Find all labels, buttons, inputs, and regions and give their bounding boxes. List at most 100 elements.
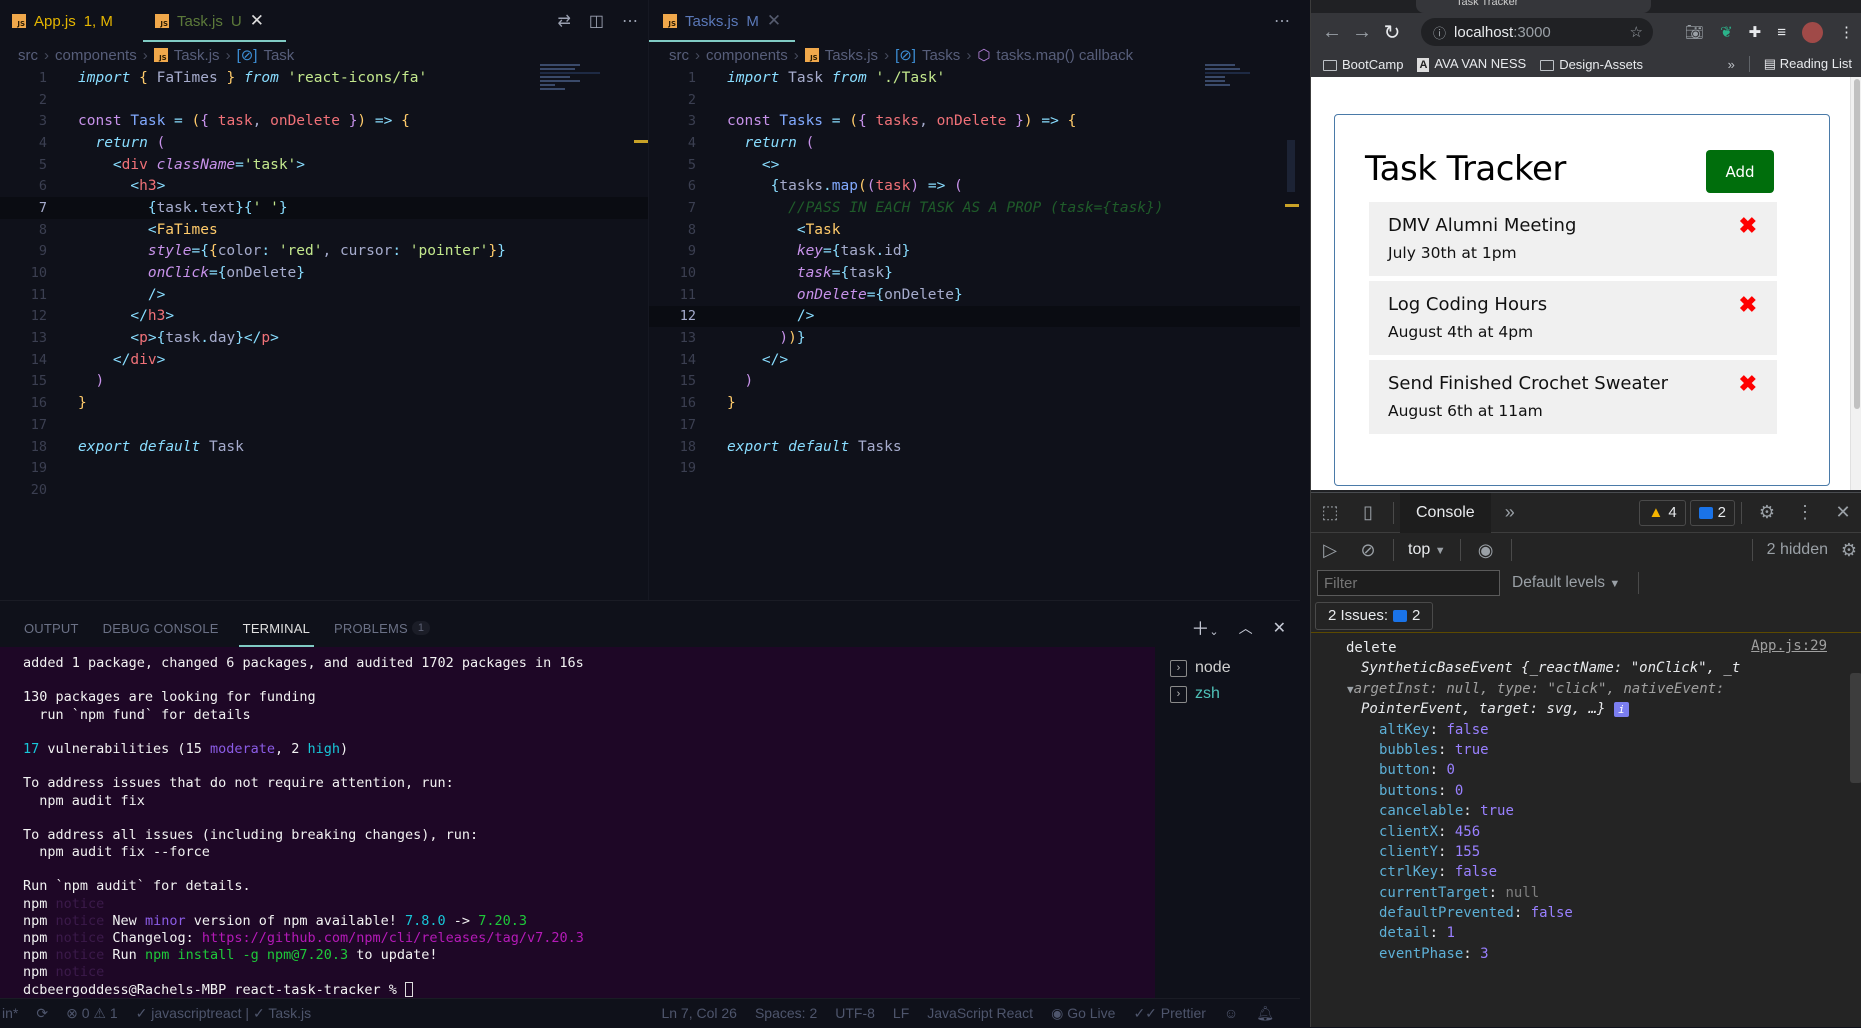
cursor-position[interactable]: Ln 7, Col 26 [661, 1005, 737, 1021]
profile-avatar[interactable] [1802, 21, 1823, 43]
line-ending[interactable]: LF [893, 1005, 909, 1021]
close-devtools-icon[interactable]: ✕ [1824, 502, 1861, 523]
code-line[interactable]: 9 style={{color: 'red', cursor: 'pointer… [0, 241, 648, 263]
code-line[interactable]: 4 return ( [0, 132, 648, 154]
extensions-puzzle-icon[interactable]: ✚ [1749, 23, 1762, 41]
live-expression-eye-icon[interactable]: ◉ [1467, 540, 1505, 561]
expand-triangle-icon[interactable]: ▼ [1347, 683, 1354, 696]
close-panel-icon[interactable]: ✕ [1273, 618, 1286, 638]
forward-icon[interactable]: → [1347, 21, 1377, 44]
breadcrumb-item[interactable]: Task.js [174, 47, 220, 64]
breadcrumb-item[interactable]: Task [263, 47, 294, 64]
tab-debug-console[interactable]: DEBUG CONSOLE [91, 611, 231, 645]
info-icon[interactable]: i [1613, 702, 1629, 718]
settings-gear-icon[interactable]: ⚙ [1748, 502, 1786, 523]
code-line[interactable]: 10 task={task} [649, 262, 1300, 284]
code-line[interactable]: 1 import Task from './Task' [649, 67, 1300, 89]
code-line[interactable]: 3 const Tasks = ({ tasks, onDelete }) => … [649, 110, 1300, 132]
warnings-counter[interactable]: ▲ 4 [1639, 499, 1686, 526]
new-terminal-icon[interactable]: ＋⌄ [1191, 615, 1218, 641]
code-line[interactable]: 11 /> [0, 284, 648, 306]
code-line[interactable]: 13 <p>{task.day}</p> [0, 327, 648, 349]
delete-times-icon[interactable]: ✖ [1739, 371, 1757, 397]
branch-indicator[interactable]: in* [2, 1005, 18, 1021]
code-line[interactable]: 19 [649, 457, 1300, 479]
tab-task-js[interactable]: JS Task.js U ✕ [143, 0, 286, 42]
code-line[interactable]: 18 export default Task [0, 436, 648, 458]
tab-tasks-js[interactable]: JS Tasks.js M ✕ [649, 0, 795, 42]
more-tabs-icon[interactable]: » [1491, 502, 1529, 523]
code-line[interactable]: 6 {tasks.map((task) => ( [649, 175, 1300, 197]
code-line[interactable]: 15 ) [0, 371, 648, 393]
split-editor-icon[interactable]: ◫ [589, 11, 604, 31]
bookmark-star-icon[interactable]: ☆ [1630, 23, 1643, 41]
language-mode[interactable]: JavaScript React [927, 1005, 1033, 1021]
compare-changes-icon[interactable]: ⇄ [557, 11, 570, 31]
more-actions-icon[interactable]: ⋯ [622, 11, 638, 31]
console-settings-gear-icon[interactable]: ⚙ [1836, 540, 1861, 561]
breadcrumb-item[interactable]: components [55, 47, 137, 64]
maximize-panel-icon[interactable]: ︿ [1239, 618, 1253, 638]
minimap[interactable] [1205, 62, 1285, 122]
prettier-button[interactable]: ✓✓ Prettier [1133, 1005, 1205, 1022]
inspect-element-icon[interactable]: ⬚ [1311, 502, 1349, 523]
terminal-session-zsh[interactable]: › zsh [1160, 681, 1300, 707]
notifications-bell-icon[interactable]: 🔔︎ [1256, 1005, 1274, 1022]
address-bar[interactable]: ⓘ localhost:3000 ☆ [1421, 18, 1653, 46]
code-line[interactable]: 14 </div> [0, 349, 648, 371]
bookmark-design-assets[interactable]: Design-Assets [1540, 57, 1643, 72]
code-line[interactable]: 15 ) [649, 371, 1300, 393]
code-line[interactable]: 5 <> [649, 154, 1300, 176]
terminal-session-node[interactable]: › node [1160, 655, 1300, 681]
site-info-icon[interactable]: ⓘ [1433, 23, 1446, 42]
tab-output[interactable]: OUTPUT [12, 611, 91, 645]
reload-icon[interactable]: ↻ [1377, 20, 1407, 45]
tab-console[interactable]: Console [1400, 492, 1491, 533]
sync-icon[interactable]: ⟳ [36, 1005, 48, 1022]
code-line[interactable]: 18 export default Tasks [649, 436, 1300, 458]
breadcrumb-item[interactable]: Tasks [922, 47, 960, 64]
code-line[interactable]: 5 <div className='task'> [0, 154, 648, 176]
code-line[interactable]: 7 {task.text}{' '} [0, 197, 648, 219]
code-line[interactable]: 9 key={task.id} [649, 241, 1300, 263]
more-actions-icon[interactable]: ⋯ [1274, 11, 1290, 31]
delete-times-icon[interactable]: ✖ [1739, 292, 1757, 318]
indentation[interactable]: Spaces: 2 [755, 1005, 817, 1021]
leaf-extension-icon[interactable]: ❦ [1720, 23, 1733, 41]
context-selector[interactable]: top ▼ [1400, 541, 1454, 559]
messages-counter[interactable]: 2 [1689, 499, 1735, 526]
issues-button[interactable]: 2 Issues: 2 [1315, 601, 1434, 630]
terminal-output[interactable]: added 1 package, changed 6 packages, and… [0, 647, 1155, 999]
code-line[interactable]: 11 onDelete={onDelete} [649, 284, 1300, 306]
code-line[interactable]: 12 /> [649, 305, 1300, 328]
back-icon[interactable]: ← [1317, 21, 1347, 44]
bookmark-ava-van-ness[interactable]: A AVA VAN NESS [1417, 56, 1526, 72]
console-scrollbar[interactable] [1850, 673, 1861, 783]
devtools-menu-icon[interactable]: ⋮ [1786, 502, 1824, 523]
camera-extension-icon[interactable]: 📷︎ [1685, 23, 1704, 41]
code-line[interactable]: 17 [649, 414, 1300, 436]
tab-app-js[interactable]: JS App.js 1, M [0, 0, 125, 42]
tab-terminal[interactable]: TERMINAL [231, 611, 322, 647]
scrollbar[interactable] [1287, 140, 1295, 192]
filter-input[interactable] [1317, 570, 1500, 596]
breadcrumb-item[interactable]: src [18, 47, 38, 64]
code-line[interactable]: 10 onClick={onDelete} [0, 262, 648, 284]
close-icon[interactable]: ✕ [250, 11, 264, 31]
code-line[interactable]: 13 ))} [649, 327, 1300, 349]
problems-indicator[interactable]: ⊗ 0 ⚠ 1 [66, 1005, 118, 1022]
minimap[interactable] [540, 62, 620, 122]
code-line[interactable]: 17 [0, 414, 648, 436]
breadcrumb-item[interactable]: Tasks.js [825, 47, 878, 64]
code-line[interactable]: 20 [0, 479, 648, 501]
log-levels-dropdown[interactable]: Default levels ▼ [1500, 574, 1632, 592]
page-scrollbar[interactable] [1850, 77, 1861, 490]
delete-times-icon[interactable]: ✖ [1739, 213, 1757, 239]
eslint-status[interactable]: ✓ javascriptreact | ✓ Task.js [136, 1005, 311, 1022]
code-line[interactable]: 8 <FaTimes [0, 219, 648, 241]
breadcrumb-item[interactable]: tasks.map() callback [996, 47, 1133, 64]
code-line[interactable]: 6 <h3> [0, 175, 648, 197]
tab-problems[interactable]: PROBLEMS 1 [322, 611, 442, 645]
code-line[interactable]: 14 </> [649, 349, 1300, 371]
code-editor[interactable]: 1 import { FaTimes } from 'react-icons/fa… [0, 67, 648, 501]
